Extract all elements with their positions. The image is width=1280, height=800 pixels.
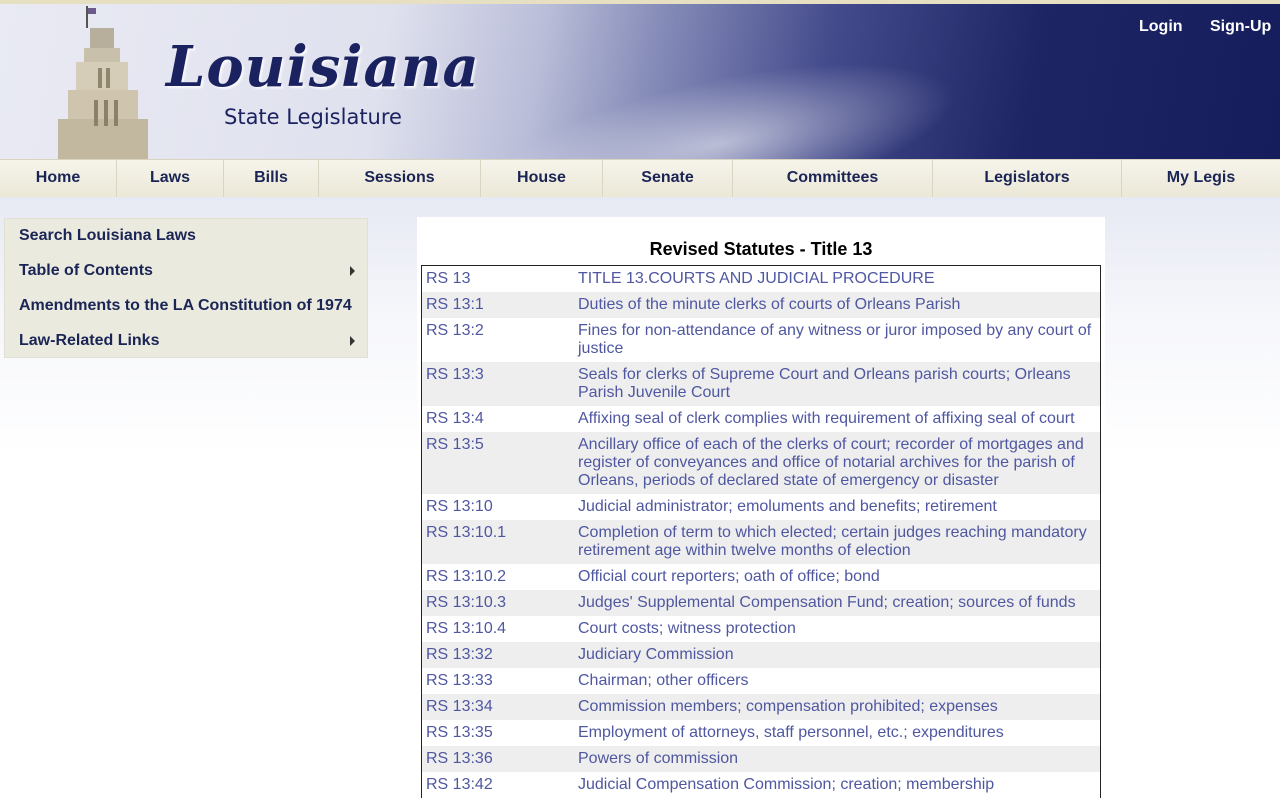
statute-description-link[interactable]: Employment of attorneys, staff personnel…: [578, 724, 1098, 742]
login-link[interactable]: Login: [1139, 18, 1183, 36]
sidebar-item-search-laws[interactable]: Search Louisiana Laws: [19, 227, 196, 245]
statute-description-link[interactable]: Judicial Compensation Commission; creati…: [578, 776, 1098, 794]
table-row: RS 13:33 Chairman; other officers: [422, 668, 1100, 694]
statute-table: RS 13 TITLE 13.COURTS AND JUDICIAL PROCED…: [421, 265, 1101, 798]
nav-home[interactable]: Home: [0, 160, 117, 197]
main-content: Revised Statutes - Title 13 RS 13 TITLE 1…: [417, 217, 1105, 800]
nav-house[interactable]: House: [481, 160, 603, 197]
statute-description-link[interactable]: Ancillary office of each of the clerks o…: [578, 436, 1098, 490]
statute-code-link[interactable]: RS 13:10.4: [422, 620, 578, 638]
table-row: RS 13:3 Seals for clerks of Supreme Court…: [422, 362, 1100, 406]
statute-description-link[interactable]: Affixing seal of clerk complies with req…: [578, 410, 1098, 428]
statute-description-link[interactable]: Duties of the minute clerks of courts of…: [578, 296, 1098, 314]
signup-link[interactable]: Sign-Up: [1210, 18, 1271, 36]
nav-my-legis[interactable]: My Legis: [1122, 160, 1280, 197]
table-row: RS 13:35 Employment of attorneys, staff p…: [422, 720, 1100, 746]
statute-description-link[interactable]: Fines for non-attendance of any witness …: [578, 322, 1098, 358]
table-row: RS 13:4 Affixing seal of clerk complies w…: [422, 406, 1100, 432]
statute-description-link[interactable]: Judiciary Commission: [578, 646, 1098, 664]
table-row: RS 13:10.4 Court costs; witness protectio…: [422, 616, 1100, 642]
main-nav: Home Laws Bills Sessions House Senate Co…: [0, 159, 1280, 198]
statute-code-link[interactable]: RS 13:33: [422, 672, 578, 690]
logo-subtitle: State Legislature: [224, 105, 402, 129]
sidebar-item-label: Table of Contents: [19, 262, 153, 279]
sidebar-item-label: Search Louisiana Laws: [19, 227, 196, 244]
statute-code-link[interactable]: RS 13:34: [422, 698, 578, 716]
statute-description-link[interactable]: Official court reporters; oath of office…: [578, 568, 1098, 586]
statute-description-link[interactable]: Judicial administrator; emoluments and b…: [578, 498, 1098, 516]
table-row: RS 13:32 Judiciary Commission: [422, 642, 1100, 668]
statute-code-link[interactable]: RS 13:36: [422, 750, 578, 768]
chevron-right-icon: [350, 266, 355, 276]
sidebar-item-law-related-links[interactable]: Law-Related Links: [19, 332, 361, 350]
sidebar-item-table-of-contents[interactable]: Table of Contents: [19, 262, 361, 280]
table-row: RS 13:2 Fines for non-attendance of any w…: [422, 318, 1100, 362]
statute-description-link[interactable]: Judges' Supplemental Compensation Fund; …: [578, 594, 1098, 612]
capitol-tower-icon: [58, 6, 148, 159]
table-row: RS 13 TITLE 13.COURTS AND JUDICIAL PROCED…: [422, 266, 1100, 292]
nav-bills[interactable]: Bills: [224, 160, 319, 197]
table-row: RS 13:42 Judicial Compensation Commission…: [422, 772, 1100, 798]
header-highlight: [451, 21, 989, 159]
statute-description-link[interactable]: Commission members; compensation prohibi…: [578, 698, 1098, 716]
statute-description-link[interactable]: Court costs; witness protection: [578, 620, 1098, 638]
table-row: RS 13:36 Powers of commission: [422, 746, 1100, 772]
statute-code-link[interactable]: RS 13:10: [422, 498, 578, 516]
sidebar-item-label: Law-Related Links: [19, 332, 160, 349]
sidebar-item-amendments[interactable]: Amendments to the LA Constitution of 197…: [19, 297, 352, 315]
statute-description-link[interactable]: Seals for clerks of Supreme Court and Or…: [578, 366, 1098, 402]
statute-code-link[interactable]: RS 13:32: [422, 646, 578, 664]
table-row: RS 13:10.1 Completion of term to which el…: [422, 520, 1100, 564]
nav-legislators[interactable]: Legislators: [933, 160, 1122, 197]
statute-code-link[interactable]: RS 13:4: [422, 410, 578, 428]
statute-code-link[interactable]: RS 13:35: [422, 724, 578, 742]
logo-louisiana: Louisiana: [166, 34, 480, 100]
sidebar-item-label: Amendments to the LA Constitution of 197…: [19, 297, 352, 314]
page-title: Revised Statutes - Title 13: [649, 239, 873, 259]
table-row: RS 13:34 Commission members; compensation…: [422, 694, 1100, 720]
nav-laws[interactable]: Laws: [117, 160, 224, 197]
table-row: RS 13:10.2 Official court reporters; oath…: [422, 564, 1100, 590]
nav-senate[interactable]: Senate: [603, 160, 733, 197]
statute-description-link[interactable]: TITLE 13.COURTS AND JUDICIAL PROCEDURE: [578, 270, 1098, 288]
statute-code-link[interactable]: RS 13:10.3: [422, 594, 578, 612]
statute-code-link[interactable]: RS 13:10.2: [422, 568, 578, 586]
statute-description-link[interactable]: Powers of commission: [578, 750, 1098, 768]
statute-description-link[interactable]: Completion of term to which elected; cer…: [578, 524, 1098, 560]
site-header: Louisiana State Legislature Login Sign-U…: [0, 4, 1280, 159]
statute-code-link[interactable]: RS 13:42: [422, 776, 578, 794]
nav-committees[interactable]: Committees: [733, 160, 933, 197]
statute-code-link[interactable]: RS 13:2: [422, 322, 578, 358]
table-row: RS 13:1 Duties of the minute clerks of co…: [422, 292, 1100, 318]
table-row: RS 13:10.3 Judges' Supplemental Compensat…: [422, 590, 1100, 616]
chevron-right-icon: [350, 336, 355, 346]
sidebar-menu: Search Louisiana Laws Table of Contents …: [4, 218, 368, 358]
statute-code-link[interactable]: RS 13: [422, 270, 578, 288]
statute-code-link[interactable]: RS 13:3: [422, 366, 578, 402]
table-row: RS 13:10 Judicial administrator; emolumen…: [422, 494, 1100, 520]
statute-code-link[interactable]: RS 13:5: [422, 436, 578, 490]
statute-description-link[interactable]: Chairman; other officers: [578, 672, 1098, 690]
statute-code-link[interactable]: RS 13:10.1: [422, 524, 578, 560]
table-row: RS 13:5 Ancillary office of each of the c…: [422, 432, 1100, 494]
statute-code-link[interactable]: RS 13:1: [422, 296, 578, 314]
nav-sessions[interactable]: Sessions: [319, 160, 481, 197]
